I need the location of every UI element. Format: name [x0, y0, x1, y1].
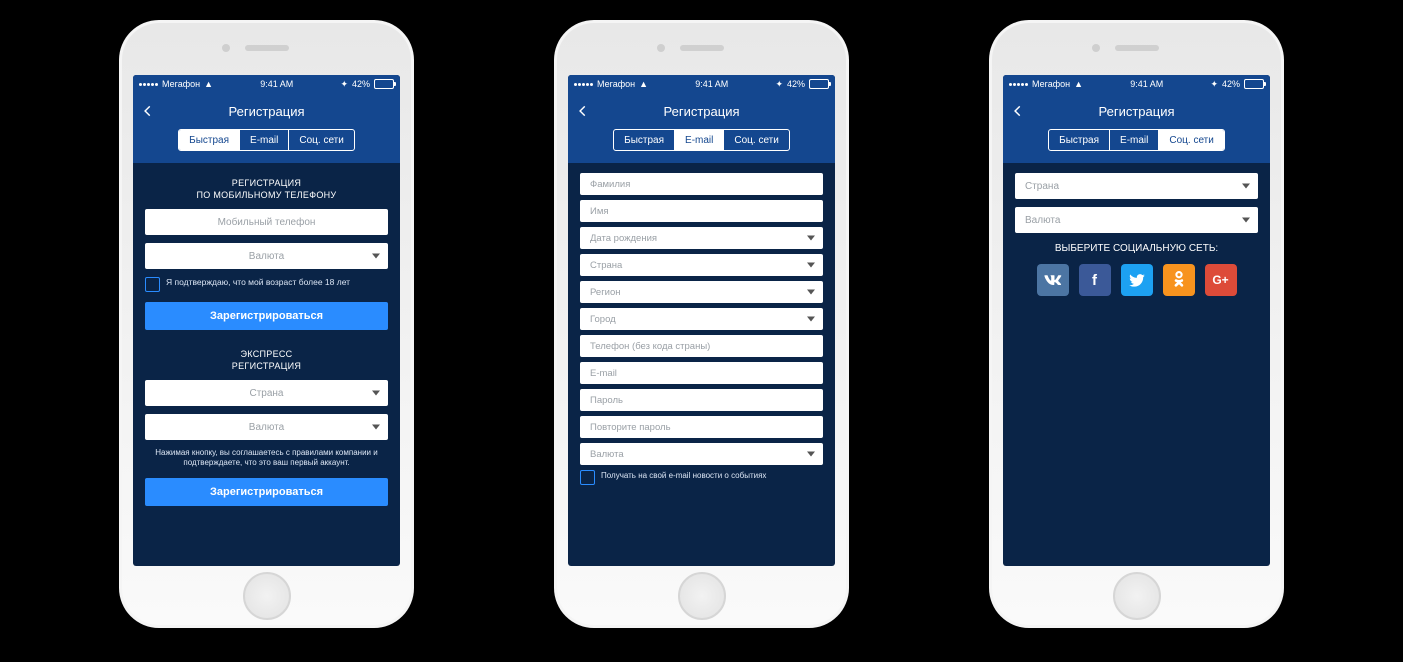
carrier-label: Мегафон [1032, 79, 1070, 89]
tab-social[interactable]: Соц. сети [724, 130, 788, 150]
vk-button[interactable] [1037, 264, 1069, 296]
dob-select[interactable] [580, 227, 823, 249]
wifi-icon: ▲ [204, 79, 213, 89]
page-title: Регистрация [568, 104, 835, 119]
password-field[interactable] [580, 389, 823, 411]
country-select[interactable] [580, 254, 823, 276]
page-title: Регистрация [1003, 104, 1270, 119]
status-bar: Мегафон ▲ 9:41 AM ✦ 42% [133, 75, 400, 93]
twitter-button[interactable] [1121, 264, 1153, 296]
nav-bar: Регистрация [1003, 93, 1270, 129]
wifi-icon: ▲ [639, 79, 648, 89]
wifi-icon: ▲ [1074, 79, 1083, 89]
page-title: Регистрация [133, 104, 400, 119]
home-button[interactable] [1113, 572, 1161, 620]
battery-icon [1244, 79, 1264, 89]
battery-icon [809, 79, 829, 89]
news-check-label: Получать на свой e-mail новости о событи… [601, 470, 766, 481]
battery-pct-label: 42% [352, 79, 370, 89]
country-select[interactable] [1015, 173, 1258, 199]
section-title-express: ЭКСПРЕССРЕГИСТРАЦИЯ [145, 348, 388, 372]
currency-select[interactable] [580, 443, 823, 465]
password-repeat-field[interactable] [580, 416, 823, 438]
country-select[interactable] [145, 380, 388, 406]
email-field[interactable] [580, 362, 823, 384]
age-confirm-label: Я подтверждаю, что мой возраст более 18 … [166, 277, 350, 288]
lastname-field[interactable] [580, 173, 823, 195]
back-button[interactable] [141, 104, 155, 118]
clock-label: 9:41 AM [260, 79, 293, 89]
firstname-field[interactable] [580, 200, 823, 222]
tab-bar: Быстрая E-mail Соц. сети [1003, 129, 1270, 163]
battery-icon [374, 79, 394, 89]
tab-email[interactable]: E-mail [240, 130, 289, 150]
back-button[interactable] [1011, 104, 1025, 118]
home-button[interactable] [678, 572, 726, 620]
phone-mockup-3: Мегафон ▲ 9:41 AM ✦ 42% Регистрация Быстра… [989, 20, 1284, 628]
odnoklassniki-button[interactable] [1163, 264, 1195, 296]
tab-social[interactable]: Соц. сети [1159, 130, 1223, 150]
status-bar: Мегафон ▲ 9:41 AM ✦ 42% [1003, 75, 1270, 93]
bluetooth-icon: ✦ [775, 79, 783, 90]
tab-bar: Быстрая E-mail Соц. сети [133, 129, 400, 163]
bluetooth-icon: ✦ [340, 79, 348, 90]
status-bar: Мегафон ▲ 9:41 AM ✦ 42% [568, 75, 835, 93]
back-button[interactable] [576, 104, 590, 118]
age-checkbox[interactable] [145, 277, 160, 292]
battery-pct-label: 42% [1222, 79, 1240, 89]
tab-quick[interactable]: Быстрая [614, 130, 675, 150]
clock-label: 9:41 AM [1130, 79, 1163, 89]
googleplus-button[interactable]: G+ [1205, 264, 1237, 296]
home-button[interactable] [243, 572, 291, 620]
currency-select-2[interactable] [145, 414, 388, 440]
carrier-label: Мегафон [597, 79, 635, 89]
facebook-button[interactable]: f [1079, 264, 1111, 296]
social-title: ВЫБЕРИТЕ СОЦИАЛЬНУЮ СЕТЬ: [1015, 243, 1258, 254]
bluetooth-icon: ✦ [1210, 79, 1218, 90]
region-select[interactable] [580, 281, 823, 303]
nav-bar: Регистрация [568, 93, 835, 129]
currency-select[interactable] [1015, 207, 1258, 233]
register-button-2[interactable]: Зарегистрироваться [145, 478, 388, 506]
battery-pct-label: 42% [787, 79, 805, 89]
phone-mockup-2: Мегафон ▲ 9:41 AM ✦ 42% Регистрация Быстра… [554, 20, 849, 628]
mobile-phone-field[interactable] [145, 209, 388, 235]
carrier-label: Мегафон [162, 79, 200, 89]
tab-email[interactable]: E-mail [1110, 130, 1159, 150]
tab-bar: Быстрая E-mail Соц. сети [568, 129, 835, 163]
tab-quick[interactable]: Быстрая [179, 130, 240, 150]
tab-quick[interactable]: Быстрая [1049, 130, 1110, 150]
clock-label: 9:41 AM [695, 79, 728, 89]
section-title-mobile: РЕГИСТРАЦИЯПО МОБИЛЬНОМУ ТЕЛЕФОНУ [145, 177, 388, 201]
register-button-1[interactable]: Зарегистрироваться [145, 302, 388, 330]
social-networks-row: f G+ [1015, 264, 1258, 296]
phone-mockup-1: Мегафон ▲ 9:41 AM ✦ 42% Регистрация Быстра… [119, 20, 414, 628]
tab-email[interactable]: E-mail [675, 130, 724, 150]
currency-select[interactable] [145, 243, 388, 269]
phone-field[interactable] [580, 335, 823, 357]
tab-social[interactable]: Соц. сети [289, 130, 353, 150]
nav-bar: Регистрация [133, 93, 400, 129]
terms-disclaimer: Нажимая кнопку, вы соглашаетесь с правил… [145, 448, 388, 468]
city-select[interactable] [580, 308, 823, 330]
news-checkbox[interactable] [580, 470, 595, 485]
